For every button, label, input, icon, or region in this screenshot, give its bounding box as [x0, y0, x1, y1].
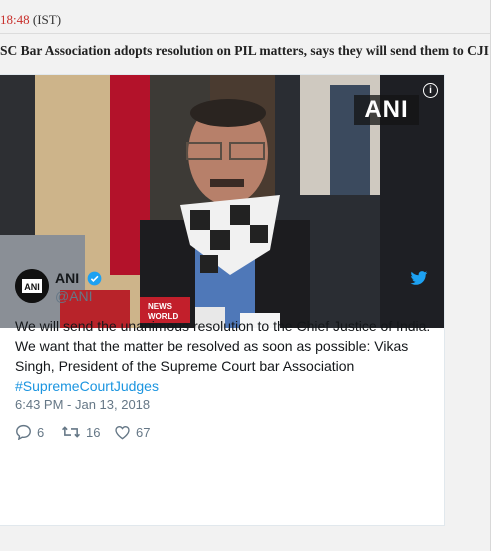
like-count: 67: [136, 424, 151, 440]
author-name[interactable]: ANI: [55, 270, 79, 286]
tweet-embed[interactable]: NEWS WORLD ANI i ANI ANI @ANI We will se…: [0, 74, 445, 526]
update-headline: SC Bar Association adopts resolution on …: [0, 43, 491, 58]
tweet-date[interactable]: 6:43 PM - Jan 13, 2018: [15, 397, 150, 412]
heart-icon: [115, 425, 130, 439]
timezone: (IST): [32, 12, 62, 27]
retweet-icon: [61, 426, 81, 438]
hashtag-link[interactable]: #SupremeCourtJudges: [15, 378, 159, 394]
update-time: 18:48: [0, 12, 30, 27]
reply-count: 6: [37, 424, 45, 440]
twitter-bird-icon[interactable]: [410, 271, 428, 286]
verified-badge-icon: [87, 271, 102, 286]
retweet-count: 16: [86, 424, 101, 440]
retweet-action[interactable]: 16: [61, 423, 100, 441]
reply-icon: [16, 424, 31, 440]
tweet-text: We will send the unanimous resolution to…: [15, 316, 435, 396]
tweet-body: We will send the unanimous resolution to…: [15, 318, 431, 374]
like-action[interactable]: 67: [114, 423, 150, 441]
avatar[interactable]: ANI: [15, 269, 49, 303]
reply-action[interactable]: 6: [15, 423, 44, 441]
author-handle[interactable]: @ANI: [55, 288, 93, 304]
tweet-header: ANI ANI @ANI: [15, 269, 435, 309]
info-icon[interactable]: i: [423, 83, 438, 98]
ani-avatar-icon: ANI: [15, 269, 49, 303]
svg-text:ANI: ANI: [24, 282, 40, 292]
divider: [0, 33, 491, 34]
ani-watermark: ANI: [354, 95, 419, 125]
timestamp-line: 18:48 (IST): [0, 12, 61, 30]
